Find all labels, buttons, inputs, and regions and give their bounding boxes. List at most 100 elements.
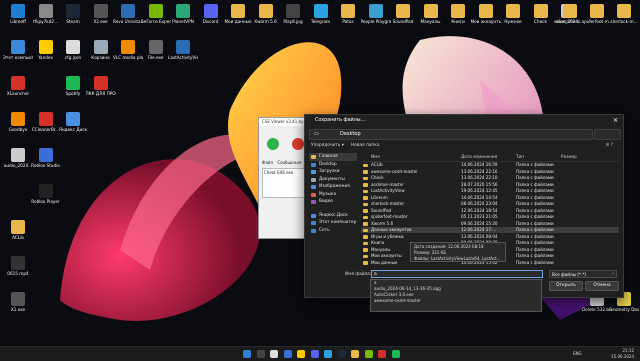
nav-item[interactable]: Загрузки — [309, 168, 357, 176]
desktop-icon[interactable]: Мануалы — [416, 4, 446, 24]
taskbar-app-icon[interactable] — [270, 350, 278, 358]
desktop-icon[interactable]: Roblox Studio — [31, 148, 61, 168]
desktop-icon[interactable]: Yandex — [31, 40, 61, 60]
open-button[interactable]: Открыть — [549, 281, 583, 291]
desktop-icon[interactable]: Яндекс Диск — [58, 112, 88, 132]
column-name[interactable]: Имя — [371, 153, 380, 161]
desktop-icon[interactable]: Корзина — [86, 40, 116, 60]
nav-item[interactable]: Яндекс.Диск — [309, 212, 357, 220]
column-type[interactable]: Тип — [516, 153, 524, 161]
desktop-icon[interactable]: VLC media player — [113, 40, 143, 60]
file-row[interactable]: Libreum 14.06.2024 14:54 Папка с файлами — [361, 195, 619, 201]
filename-input[interactable]: a — [371, 270, 543, 278]
file-row[interactable]: sherlock-master 08.06.2024 23:04 Папка с ф… — [361, 201, 619, 207]
desktop-icon[interactable]: Discord — [196, 4, 226, 24]
desktop-icon[interactable]: audio_2024... — [3, 148, 33, 168]
desktop-icon[interactable]: Patos — [333, 4, 363, 24]
file-row[interactable]: awesome-osint-master 13.06.2024 22:16 Папк… — [361, 169, 619, 175]
taskbar-app-icon[interactable] — [378, 350, 386, 358]
taskbar-app-icon[interactable] — [364, 350, 373, 358]
desktop-icon[interactable]: Telegram — [306, 4, 336, 24]
add-icon[interactable] — [267, 138, 279, 150]
nav-item[interactable]: Desktop — [309, 161, 357, 169]
file-row[interactable]: asslimer-master 28.07.2020 15:56 Папка с ф… — [361, 182, 619, 188]
remove-icon[interactable] — [292, 138, 304, 150]
search-input[interactable] — [594, 129, 621, 140]
desktop-icon[interactable]: X2.exe — [86, 4, 116, 24]
desktop-icon[interactable]: Нужное — [498, 4, 528, 24]
tab-file[interactable]: Файл — [262, 160, 273, 165]
app-icon — [121, 40, 135, 54]
desktop-icon[interactable]: File.exe — [141, 40, 171, 60]
language-indicator[interactable]: ENG — [573, 351, 582, 356]
file-row[interactable]: spiderfoot-master 05.11.2023 21:05 Папка с… — [361, 214, 619, 220]
desktop-icon[interactable]: Мои аккаунты — [471, 4, 501, 24]
file-row[interactable]: LastActivityView 19.06.2024 12:45 Папка с … — [361, 188, 619, 194]
close-icon[interactable]: ✕ — [613, 115, 618, 127]
desktop-icon[interactable]: Goodbye — [3, 112, 33, 132]
desktop-icon[interactable]: X1.exe — [3, 292, 33, 312]
organize-button[interactable]: Упорядочить ▾ — [311, 142, 344, 150]
system-clock[interactable]: 21:12 15.06.2024 — [611, 348, 634, 359]
desktop-icon-label: sherlock-m... — [610, 19, 638, 24]
desktop-icon[interactable]: GeForce Experience — [141, 4, 171, 24]
file-row[interactable]: Check 13.06.2024 22:10 Папка с файлами — [361, 175, 619, 181]
taskbar-app-icon[interactable] — [310, 350, 319, 358]
desktop-icon[interactable]: CCleanerBr... — [31, 112, 61, 132]
desktop-icon[interactable]: Spotify — [58, 76, 88, 96]
taskbar-app-icon[interactable] — [297, 350, 305, 358]
desktop-icon[interactable]: ACLib — [3, 220, 33, 240]
new-folder-button[interactable]: Новая папка — [351, 142, 379, 150]
column-size[interactable]: Размер — [561, 153, 577, 161]
desktop-icon[interactable]: cfg.json — [58, 40, 88, 60]
taskbar-app-icon[interactable] — [337, 350, 346, 358]
file-row[interactable]: SoundPad 12.06.2024 18:54 Папка с файлами — [361, 208, 619, 214]
autocomplete-item[interactable]: awesome-osint-master — [371, 298, 541, 304]
desktop-icon[interactable]: tfkpy7kd2... — [31, 4, 61, 24]
taskbar-app-icon[interactable] — [256, 350, 265, 358]
start-icon[interactable] — [243, 350, 251, 358]
desktop-icon[interactable]: spiderfoot-m... — [582, 4, 612, 24]
file-row[interactable]: Данные аккаунтов 12.06.2024 17:... Папка с… — [361, 227, 619, 234]
taskbar-app-icon[interactable] — [324, 350, 332, 358]
desktop-icon[interactable]: Check — [526, 4, 556, 24]
desktop-icon[interactable]: Steam — [58, 4, 88, 24]
desktop-icon-label: Xworm 5.6 — [254, 19, 277, 24]
file-row[interactable]: Игры и убежки 13.06.2024 08:04 Папка с фай… — [361, 234, 619, 240]
desktop-icon[interactable]: Этот компьютер — [3, 40, 33, 60]
desktop-icon[interactable]: Libreoff — [3, 4, 33, 24]
filetype-select[interactable]: Все файлы (*.*) ˅ — [549, 270, 617, 278]
desktop-icon[interactable]: ПКК ДЛЯ ПРОВЕРКИ... — [86, 76, 116, 96]
address-bar[interactable]: ▭ Desktop — [309, 129, 593, 140]
desktop-icon[interactable]: Книги — [443, 4, 473, 24]
tab-messages[interactable]: Сообщения — [277, 160, 301, 165]
nav-item[interactable]: Музыка — [309, 191, 357, 199]
cancel-button[interactable]: Отмена — [585, 281, 619, 291]
desktop-icon[interactable]: PlanetVPN — [168, 4, 198, 24]
desktop-icon[interactable]: Мои данные — [223, 4, 253, 24]
file-row[interactable]: ACLib 14.06.2024 16:59 Папка с файлами — [361, 162, 619, 168]
nav-item[interactable]: Главная — [309, 153, 357, 161]
view-options-icon[interactable]: ≡ ? — [606, 142, 613, 150]
desktop-icon[interactable]: SoundPad — [388, 4, 418, 24]
desktop-icon[interactable]: XLauncher — [3, 76, 33, 96]
desktop-icon[interactable]: People Playground — [361, 4, 391, 24]
taskbar-app-icon[interactable] — [391, 350, 400, 358]
desktop-icon[interactable]: Play8.jpg — [278, 4, 308, 24]
desktop-icon[interactable]: Revo Uninstaller — [113, 4, 143, 24]
desktop-icon[interactable]: awesome-si... — [555, 4, 585, 24]
taskbar-app-icon[interactable] — [351, 350, 359, 358]
desktop-icon[interactable]: sherlock-m... — [609, 4, 639, 24]
desktop-icon[interactable]: LastActivityView — [168, 40, 198, 60]
nav-item[interactable]: Видео — [309, 198, 357, 206]
nav-item[interactable]: Документы — [309, 176, 357, 184]
desktop-icon[interactable]: 0615.mp4 — [3, 256, 33, 276]
desktop-icon[interactable]: Xworm 5.6 — [251, 4, 281, 24]
nav-item[interactable]: Изображения — [309, 183, 357, 191]
nav-item[interactable]: Сеть — [309, 227, 357, 235]
column-date[interactable]: Дата изменения — [461, 153, 497, 161]
desktop-icon[interactable]: Roblox Player — [31, 184, 61, 204]
taskbar-app-icon[interactable] — [283, 350, 292, 358]
nav-item[interactable]: Этот компьютер — [309, 219, 357, 227]
file-row[interactable]: Xworm 5.6 09.06.2024 15:20 Папка с файлами — [361, 221, 619, 227]
